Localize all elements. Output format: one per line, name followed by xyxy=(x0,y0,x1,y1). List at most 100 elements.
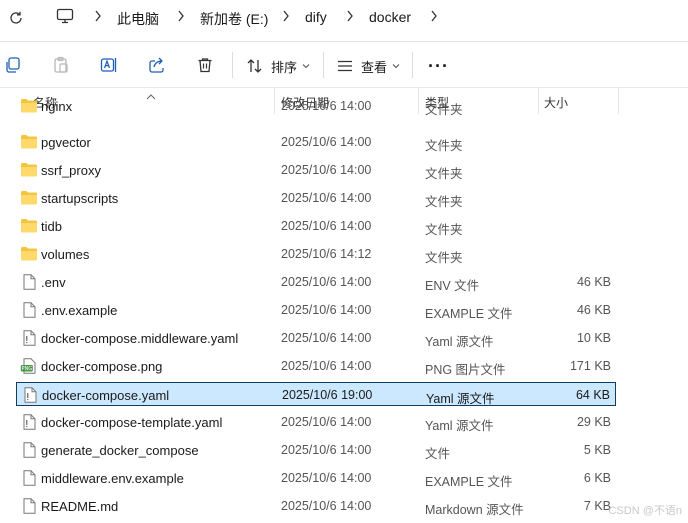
sort-button[interactable]: 排序 xyxy=(246,54,310,78)
file-type: 文件夹 xyxy=(425,167,463,181)
refresh-button[interactable] xyxy=(1,3,31,33)
file-modified: 2025/10/6 14:00 xyxy=(281,415,372,429)
breadcrumb-docker[interactable]: docker xyxy=(369,9,411,25)
file-size: 171 KB xyxy=(569,359,611,373)
file-name: docker-compose.png xyxy=(41,359,163,374)
file-size: 46 KB xyxy=(576,303,611,317)
file-modified: 2025/10/6 14:00 xyxy=(281,135,372,149)
breadcrumb-dify[interactable]: dify xyxy=(305,9,327,25)
chevron-right-icon[interactable] xyxy=(340,10,360,22)
chevron-right-icon[interactable] xyxy=(276,10,296,22)
file-size: 46 KB xyxy=(576,275,611,289)
file-modified: 2025/10/6 14:00 xyxy=(281,499,372,513)
file-type: 文件夹 xyxy=(425,223,463,237)
file-modified: 2025/10/6 14:00 xyxy=(281,99,372,113)
file-type: EXAMPLE 文件 xyxy=(425,307,513,321)
file-name: nginx xyxy=(41,99,73,114)
file-row[interactable]: PNG docker-compose.png 2025/10/6 14:00 PNG … xyxy=(16,354,616,378)
file-modified: 2025/10/6 19:00 xyxy=(282,388,373,402)
computer-icon[interactable] xyxy=(56,8,74,27)
file-size: 10 KB xyxy=(576,331,611,345)
file-modified: 2025/10/6 14:00 xyxy=(281,275,372,289)
file-type: 文件夹 xyxy=(425,103,463,117)
file-name: docker-compose-template.yaml xyxy=(41,415,223,430)
view-button[interactable]: 查看 xyxy=(336,54,400,78)
file-modified: 2025/10/6 14:12 xyxy=(281,247,372,261)
file-type: 文件 xyxy=(425,447,451,461)
file-icon xyxy=(20,302,38,318)
file-modified: 2025/10/6 14:00 xyxy=(281,163,372,177)
file-name: .env xyxy=(41,275,66,290)
file-icon xyxy=(20,498,38,514)
chevron-down-icon xyxy=(392,64,400,69)
chevron-down-icon xyxy=(302,64,310,69)
more-icon: ··· xyxy=(428,55,449,76)
refresh-icon xyxy=(10,11,22,24)
file-row[interactable]: .env 2025/10/6 14:00 ENV 文件 46 KB xyxy=(16,270,616,294)
file-icon xyxy=(20,442,38,458)
copy-icon[interactable] xyxy=(2,54,24,76)
address-bar: 此电脑 新加卷 (E:) dify docker xyxy=(0,0,688,36)
file-row[interactable]: pgvector 2025/10/6 14:00 文件夹 xyxy=(16,130,616,154)
file-row[interactable]: nginx 2025/10/6 14:00 文件夹 xyxy=(16,98,616,118)
file-row[interactable]: tidb 2025/10/6 14:00 文件夹 xyxy=(16,214,616,238)
delete-icon[interactable] xyxy=(194,54,216,76)
folder-icon xyxy=(20,190,38,206)
more-options-button[interactable]: ··· xyxy=(428,54,449,78)
file-row[interactable]: docker-compose-template.yaml 2025/10/6 14… xyxy=(16,410,616,434)
file-row[interactable]: docker-compose.yaml 2025/10/6 19:00 Yaml 源… xyxy=(16,382,616,406)
view-icon xyxy=(338,60,352,72)
file-modified: 2025/10/6 14:00 xyxy=(281,303,372,317)
file-row[interactable]: docker-compose.middleware.yaml 2025/10/6 … xyxy=(16,326,616,350)
folder-icon xyxy=(20,246,38,262)
view-label: 查看 xyxy=(361,59,388,75)
file-name: startupscripts xyxy=(41,191,119,206)
file-type: 文件夹 xyxy=(425,139,463,153)
file-type: PNG 图片文件 xyxy=(425,363,506,377)
file-name: .env.example xyxy=(41,303,118,318)
chevron-right-icon[interactable] xyxy=(424,10,444,22)
file-row[interactable]: ssrf_proxy 2025/10/6 14:00 文件夹 xyxy=(16,158,616,182)
yaml-file-icon xyxy=(20,414,38,430)
svg-text:PNG: PNG xyxy=(21,366,32,372)
paste-icon[interactable] xyxy=(50,54,72,76)
chevron-right-icon[interactable] xyxy=(88,10,108,22)
toolbar-divider xyxy=(323,52,324,78)
file-modified: 2025/10/6 14:00 xyxy=(281,219,372,233)
file-row[interactable]: generate_docker_compose 2025/10/6 14:00 文件… xyxy=(16,438,616,462)
folder-icon xyxy=(20,218,38,234)
file-size: 7 KB xyxy=(583,499,611,513)
share-icon[interactable] xyxy=(146,54,168,76)
file-name: ssrf_proxy xyxy=(41,163,101,178)
chevron-right-icon[interactable] xyxy=(171,10,191,22)
breadcrumb-drive-e[interactable]: 新加卷 (E:) xyxy=(200,9,268,29)
file-name: docker-compose.yaml xyxy=(42,388,170,403)
file-name: generate_docker_compose xyxy=(41,443,199,458)
breadcrumb-this-pc[interactable]: 此电脑 xyxy=(117,9,159,29)
file-size: 29 KB xyxy=(576,415,611,429)
file-size: 6 KB xyxy=(583,471,611,485)
file-row[interactable]: middleware.env.example 2025/10/6 14:00 EXA… xyxy=(16,466,616,490)
toolbar-divider xyxy=(412,52,413,78)
file-row[interactable]: volumes 2025/10/6 14:12 文件夹 xyxy=(16,242,616,266)
file-name: volumes xyxy=(41,247,90,262)
file-type: ENV 文件 xyxy=(425,279,480,293)
folder-icon xyxy=(20,98,38,114)
file-modified: 2025/10/6 14:00 xyxy=(281,191,372,205)
file-type: Yaml 源文件 xyxy=(425,419,494,433)
file-row[interactable]: README.md 2025/10/6 14:00 Markdown 源文件 7 KB xyxy=(16,494,616,518)
breadcrumb: 此电脑 新加卷 (E:) dify docker xyxy=(44,0,688,34)
file-size: 5 KB xyxy=(583,443,611,457)
file-icon xyxy=(20,274,38,290)
file-modified: 2025/10/6 14:00 xyxy=(281,443,372,457)
file-type: 文件夹 xyxy=(425,251,463,265)
toolbar-divider xyxy=(232,52,233,78)
file-name: middleware.env.example xyxy=(41,471,184,486)
file-row[interactable]: .env.example 2025/10/6 14:00 EXAMPLE 文件 46 … xyxy=(16,298,616,322)
file-modified: 2025/10/6 14:00 xyxy=(281,471,372,485)
folder-icon xyxy=(20,162,38,178)
column-divider[interactable] xyxy=(618,88,619,114)
sort-label: 排序 xyxy=(271,59,298,75)
file-row[interactable]: startupscripts 2025/10/6 14:00 文件夹 xyxy=(16,186,616,210)
rename-icon[interactable] xyxy=(98,54,120,76)
